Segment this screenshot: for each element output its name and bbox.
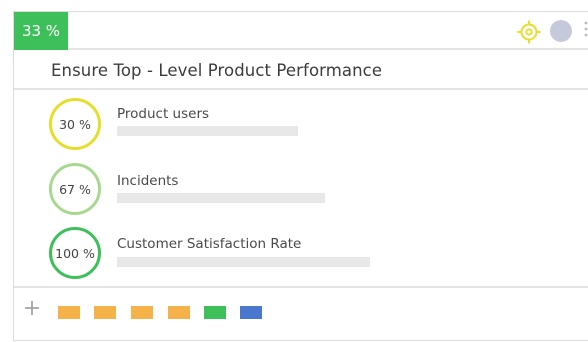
key-results-list: 30 % Product users 67 % Incidents 100 % … <box>14 92 588 286</box>
card-toolbar: 33 % <box>14 12 588 50</box>
key-result-description-placeholder <box>117 257 370 267</box>
objective-title: Ensure Top - Level Product Performance <box>51 61 383 80</box>
more-options-icon[interactable] <box>583 18 588 44</box>
color-chip[interactable] <box>58 306 80 319</box>
objective-card: 33 % Ensure Top - Level Product Performa… <box>13 11 588 341</box>
key-result-progress-ring: 30 % <box>49 98 101 150</box>
key-result-description-placeholder <box>117 193 325 203</box>
card-footer <box>14 286 588 342</box>
target-icon[interactable] <box>517 20 541 44</box>
objective-title-row[interactable]: Ensure Top - Level Product Performance <box>14 52 588 90</box>
key-result-progress-ring: 67 % <box>49 163 101 215</box>
key-result-row[interactable]: 30 % Product users <box>14 92 588 156</box>
color-chip[interactable] <box>94 306 116 319</box>
color-chip[interactable] <box>204 306 226 319</box>
objective-progress-badge: 33 % <box>14 12 68 50</box>
key-result-name: Product users <box>117 106 210 122</box>
key-result-name: Customer Satisfaction Rate <box>117 236 302 252</box>
owner-avatar[interactable] <box>550 20 572 42</box>
key-result-row[interactable]: 67 % Incidents <box>14 158 588 222</box>
color-chip[interactable] <box>168 306 190 319</box>
color-chip[interactable] <box>240 306 262 319</box>
color-chip[interactable] <box>131 306 153 319</box>
key-result-description-placeholder <box>117 126 298 136</box>
plus-icon[interactable] <box>23 299 41 317</box>
key-result-progress-ring: 100 % <box>49 227 101 279</box>
key-result-row[interactable]: 100 % Customer Satisfaction Rate <box>14 222 588 286</box>
key-result-name: Incidents <box>117 173 179 189</box>
